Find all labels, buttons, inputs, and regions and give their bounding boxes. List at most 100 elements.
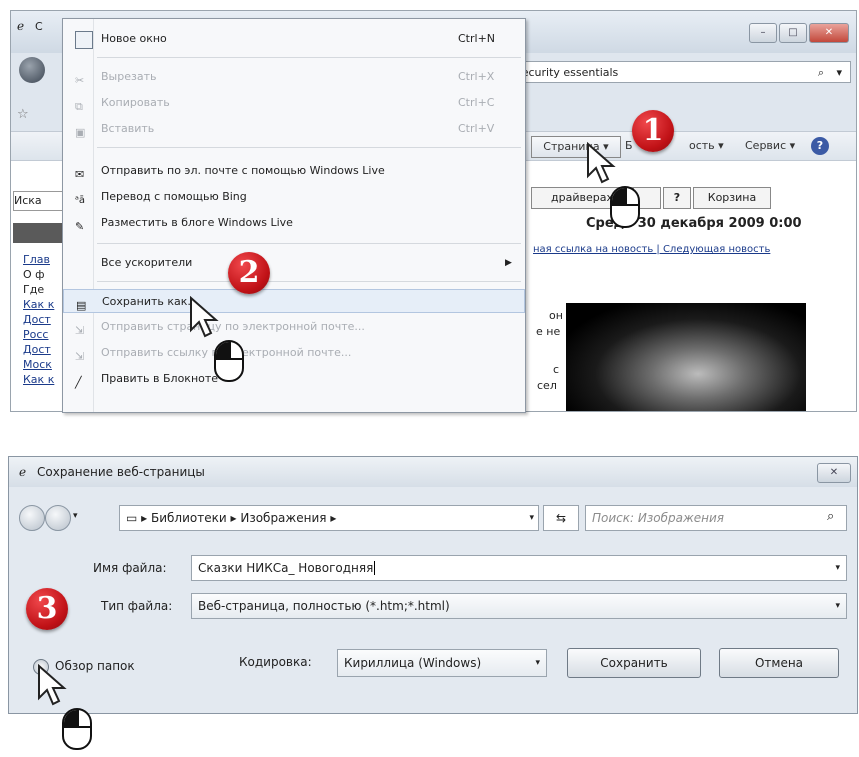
menu-item-label: Вырезать <box>101 70 157 83</box>
filename-value: Сказки НИКСа_ Новогодняя <box>198 561 374 575</box>
menu-item-label: Все ускорители <box>101 256 193 269</box>
save-disk-icon: ▤ <box>76 299 87 312</box>
pointer-cursor-icon <box>587 142 616 184</box>
menu-item-edit-notepad[interactable]: ╱ Править в Блокноте <box>63 367 525 391</box>
chevron-down-icon[interactable]: ▾ <box>835 594 840 618</box>
pointer-cursor-icon <box>190 296 219 338</box>
breadcrumb-separator-icon: ▸ <box>330 511 337 525</box>
menu-item-label: Отправить страницу по электронной почте.… <box>101 320 365 333</box>
left-link[interactable]: Моск <box>23 358 52 371</box>
safety-menu-fragment[interactable]: Б <box>625 136 633 156</box>
library-folder-icon: ▭ ▸ <box>126 511 151 525</box>
left-link[interactable]: Росс <box>23 328 48 341</box>
safety-menu-tail[interactable]: ость ▾ <box>689 136 724 156</box>
menu-separator <box>97 243 521 244</box>
menu-item-label: Вставить <box>101 122 155 135</box>
menu-item-send-link-email[interactable]: ⇲ Отправить ссылку по электронной почте.… <box>63 341 525 365</box>
menu-item-paste[interactable]: ▣ Вставить Ctrl+V <box>63 117 525 141</box>
left-link[interactable]: Дост <box>23 313 51 326</box>
menu-separator <box>97 57 521 58</box>
menu-separator <box>97 281 521 282</box>
kitten-photo <box>566 303 806 411</box>
chevron-down-icon[interactable]: ▾ <box>535 650 540 676</box>
address-text: security essentials <box>516 66 619 79</box>
filetype-select[interactable]: Веб-страница, полностью (*.htm;*.html) ▾ <box>191 593 847 619</box>
menu-item-label: Перевод с помощью Bing <box>101 190 247 203</box>
breadcrumb-images[interactable]: Изображения <box>240 511 326 525</box>
maximize-button[interactable]: □ <box>779 23 807 43</box>
chevron-down-icon[interactable]: ▾ <box>529 506 534 530</box>
menu-item-blog-windows-live[interactable]: ✎ Разместить в блоге Windows Live <box>63 211 525 235</box>
location-breadcrumb[interactable]: ▭ ▸ Библиотеки ▸ Изображения ▸ ▾ <box>119 505 539 531</box>
menu-item-email-windows-live[interactable]: ✉ Отправить по эл. почте с помощью Windo… <box>63 159 525 183</box>
clipboard-icon: ▣ <box>75 126 86 139</box>
page-context-menu: Новое окно Ctrl+N ✂ Вырезать Ctrl+X ⧉ Ко… <box>62 18 526 413</box>
menu-item-shortcut: Ctrl+C <box>458 96 495 109</box>
menu-item-save-as[interactable]: ▤ Сохранить как... <box>63 289 525 313</box>
favorites-star-icon[interactable]: ☆ <box>17 107 29 122</box>
translate-icon: ᵃā <box>75 195 86 206</box>
cancel-button[interactable]: Отмена <box>719 648 839 678</box>
save-button[interactable]: Сохранить <box>567 648 701 678</box>
minimize-button[interactable]: – <box>749 23 777 43</box>
breadcrumb-libraries[interactable]: Библиотеки <box>151 511 227 525</box>
page-tab-cart[interactable]: Корзина <box>693 187 771 209</box>
close-button[interactable]: ✕ <box>809 23 849 43</box>
chevron-down-icon[interactable]: ▾ <box>835 556 840 580</box>
chevron-down-icon[interactable]: ▾ <box>836 62 842 84</box>
history-chevron-icon[interactable]: ▾ <box>73 511 78 521</box>
dialog-titlebar: ℯ Сохранение веб-страницы ✕ <box>9 457 857 487</box>
tools-menu-button[interactable]: Сервис ▾ <box>745 136 795 156</box>
menu-item-cut[interactable]: ✂ Вырезать Ctrl+X <box>63 65 525 89</box>
dialog-title: Сохранение веб-страницы <box>37 465 205 479</box>
send-page-icon: ⇲ <box>75 324 85 337</box>
ie-icon: ℯ <box>17 19 25 33</box>
save-webpage-dialog: ℯ Сохранение веб-страницы ✕ ▾ ▭ ▸ Библио… <box>8 456 858 714</box>
mail-icon: ✉ <box>75 168 85 181</box>
back-button[interactable] <box>19 57 45 83</box>
menu-item-all-accelerators[interactable]: Все ускорители ▶ <box>63 251 525 275</box>
news-navigation-links[interactable]: ная ссылка на новость | Следующая новост… <box>533 244 853 255</box>
menu-item-label: Отправить по эл. почте с помощью Windows… <box>101 164 385 177</box>
page-tab-help[interactable]: ? <box>663 187 691 209</box>
left-dark-banner <box>13 223 69 243</box>
browser-title: С <box>35 20 43 33</box>
step-badge-2: 2 <box>228 252 270 294</box>
left-link[interactable]: Как к <box>23 373 54 386</box>
left-link[interactable]: Глав <box>23 253 50 266</box>
step-badge-3: 3 <box>26 588 68 630</box>
encoding-label: Кодировка: <box>239 655 312 669</box>
menu-item-label: Новое окно <box>101 32 167 45</box>
text-fragment: е не <box>536 325 561 338</box>
left-link[interactable]: Дост <box>23 343 51 356</box>
encoding-select[interactable]: Кириллица (Windows) ▾ <box>337 649 547 677</box>
left-link[interactable]: О ф <box>23 268 45 281</box>
dialog-close-button[interactable]: ✕ <box>817 463 851 483</box>
menu-separator <box>97 147 521 148</box>
pencil-icon: ╱ <box>75 376 82 389</box>
back-button[interactable] <box>19 505 45 531</box>
menu-item-new-window[interactable]: Новое окно Ctrl+N <box>63 27 525 51</box>
text-caret <box>374 561 376 575</box>
breadcrumb-separator-icon: ▸ <box>230 511 241 525</box>
menu-item-translate-bing[interactable]: ᵃā Перевод с помощью Bing <box>63 185 525 209</box>
left-link[interactable]: Где <box>23 283 44 296</box>
encoding-value: Кириллица (Windows) <box>344 656 482 670</box>
menu-item-shortcut: Ctrl+N <box>458 32 496 45</box>
left-link[interactable]: Как к <box>23 298 54 311</box>
menu-item-copy[interactable]: ⧉ Копировать Ctrl+C <box>63 91 525 115</box>
forward-button[interactable] <box>45 505 71 531</box>
filename-input[interactable]: Сказки НИКСа_ Новогодняя ▾ <box>191 555 847 581</box>
send-link-icon: ⇲ <box>75 350 85 363</box>
mouse-left-click-icon <box>610 186 640 228</box>
search-images-input[interactable]: Поиск: Изображения <box>585 505 847 531</box>
copy-icon: ⧉ <box>75 100 83 113</box>
help-icon[interactable]: ? <box>811 137 829 155</box>
menu-item-send-page-email[interactable]: ⇲ Отправить страницу по электронной почт… <box>63 315 525 339</box>
filetype-label: Тип файла: <box>101 599 173 613</box>
text-fragment: сел <box>537 379 557 392</box>
address-bar[interactable]: security essentials ⌕ ▾ <box>511 61 851 83</box>
refresh-button[interactable]: ⇆ <box>543 505 579 531</box>
search-icon[interactable]: ⌕ <box>818 62 824 84</box>
text-fragment: он <box>549 309 563 322</box>
